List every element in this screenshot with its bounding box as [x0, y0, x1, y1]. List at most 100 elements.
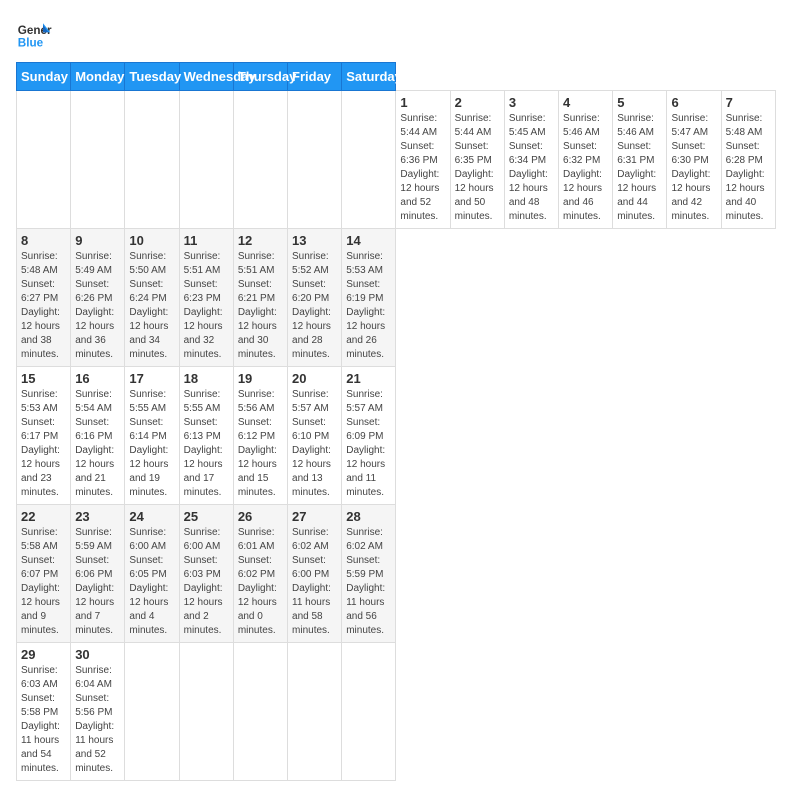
- day-number: 1: [400, 95, 445, 110]
- day-info: Sunrise: 6:02 AMSunset: 6:00 PMDaylight:…: [292, 526, 337, 638]
- calendar-cell: [342, 91, 396, 229]
- day-number: 21: [346, 371, 391, 386]
- calendar-cell: 20 Sunrise: 5:57 AMSunset: 6:10 PMDayligh…: [288, 367, 342, 505]
- day-info: Sunrise: 5:56 AMSunset: 6:12 PMDaylight:…: [238, 388, 283, 500]
- day-number: 24: [129, 509, 174, 524]
- day-number: 20: [292, 371, 337, 386]
- day-number: 18: [184, 371, 229, 386]
- day-info: Sunrise: 5:53 AMSunset: 6:17 PMDaylight:…: [21, 388, 66, 500]
- day-number: 30: [75, 647, 120, 662]
- calendar-cell: 4 Sunrise: 5:46 AMSunset: 6:32 PMDaylight…: [559, 91, 613, 229]
- day-number: 27: [292, 509, 337, 524]
- day-info: Sunrise: 5:57 AMSunset: 6:10 PMDaylight:…: [292, 388, 337, 500]
- day-info: Sunrise: 5:51 AMSunset: 6:21 PMDaylight:…: [238, 250, 283, 362]
- col-header-monday: Monday: [71, 63, 125, 91]
- col-header-sunday: Sunday: [17, 63, 71, 91]
- calendar-cell: 17 Sunrise: 5:55 AMSunset: 6:14 PMDayligh…: [125, 367, 179, 505]
- calendar-cell: 3Sunrise: 5:45 AMSunset: 6:34 PMDaylight…: [504, 91, 558, 229]
- day-info: Sunrise: 5:46 AMSunset: 6:32 PMDaylight:…: [563, 112, 608, 224]
- calendar-cell: [233, 91, 287, 229]
- day-number: 6: [671, 95, 716, 110]
- col-header-tuesday: Tuesday: [125, 63, 179, 91]
- day-number: 19: [238, 371, 283, 386]
- day-number: 9: [75, 233, 120, 248]
- day-number: 17: [129, 371, 174, 386]
- calendar-cell: [17, 91, 71, 229]
- day-info: Sunrise: 5:46 AMSunset: 6:31 PMDaylight:…: [617, 112, 662, 224]
- calendar-cell: 16Sunrise: 5:54 AMSunset: 6:16 PMDayligh…: [71, 367, 125, 505]
- calendar-cell: [179, 643, 233, 781]
- day-number: 3: [509, 95, 554, 110]
- calendar-cell: 26 Sunrise: 6:01 AMSunset: 6:02 PMDayligh…: [233, 505, 287, 643]
- calendar-cell: 30Sunrise: 6:04 AMSunset: 5:56 PMDayligh…: [71, 643, 125, 781]
- day-number: 13: [292, 233, 337, 248]
- day-info: Sunrise: 5:44 AMSunset: 6:36 PMDaylight:…: [400, 112, 445, 224]
- calendar-table: SundayMondayTuesdayWednesdayThursdayFrid…: [16, 62, 776, 781]
- calendar-cell: [179, 91, 233, 229]
- day-info: Sunrise: 5:57 AMSunset: 6:09 PMDaylight:…: [346, 388, 391, 500]
- day-info: Sunrise: 5:48 AMSunset: 6:27 PMDaylight:…: [21, 250, 66, 362]
- day-info: Sunrise: 5:59 AMSunset: 6:06 PMDaylight:…: [75, 526, 120, 638]
- day-info: Sunrise: 5:52 AMSunset: 6:20 PMDaylight:…: [292, 250, 337, 362]
- day-info: Sunrise: 6:03 AMSunset: 5:58 PMDaylight:…: [21, 664, 66, 776]
- calendar-cell: 11Sunrise: 5:51 AMSunset: 6:23 PMDayligh…: [179, 229, 233, 367]
- calendar-cell: 19 Sunrise: 5:56 AMSunset: 6:12 PMDayligh…: [233, 367, 287, 505]
- day-info: Sunrise: 6:00 AMSunset: 6:05 PMDaylight:…: [129, 526, 174, 638]
- calendar-cell: 1 Sunrise: 5:44 AMSunset: 6:36 PMDaylight…: [396, 91, 450, 229]
- calendar-cell: 25 Sunrise: 6:00 AMSunset: 6:03 PMDayligh…: [179, 505, 233, 643]
- col-header-saturday: Saturday: [342, 63, 396, 91]
- calendar-cell: [288, 643, 342, 781]
- calendar-cell: 14Sunrise: 5:53 AMSunset: 6:19 PMDayligh…: [342, 229, 396, 367]
- day-info: Sunrise: 6:02 AMSunset: 5:59 PMDaylight:…: [346, 526, 391, 638]
- day-info: Sunrise: 5:55 AMSunset: 6:14 PMDaylight:…: [129, 388, 174, 500]
- calendar-cell: 13 Sunrise: 5:52 AMSunset: 6:20 PMDayligh…: [288, 229, 342, 367]
- calendar-cell: 9Sunrise: 5:49 AMSunset: 6:26 PMDaylight…: [71, 229, 125, 367]
- calendar-cell: 27 Sunrise: 6:02 AMSunset: 6:00 PMDayligh…: [288, 505, 342, 643]
- col-header-friday: Friday: [288, 63, 342, 91]
- day-number: 26: [238, 509, 283, 524]
- logo: General Blue: [16, 16, 56, 52]
- day-info: Sunrise: 5:58 AMSunset: 6:07 PMDaylight:…: [21, 526, 66, 638]
- day-info: Sunrise: 5:48 AMSunset: 6:28 PMDaylight:…: [726, 112, 771, 224]
- day-number: 8: [21, 233, 66, 248]
- calendar-cell: 24 Sunrise: 6:00 AMSunset: 6:05 PMDayligh…: [125, 505, 179, 643]
- day-info: Sunrise: 5:47 AMSunset: 6:30 PMDaylight:…: [671, 112, 716, 224]
- day-info: Sunrise: 5:54 AMSunset: 6:16 PMDaylight:…: [75, 388, 120, 500]
- day-number: 5: [617, 95, 662, 110]
- calendar-cell: 29 Sunrise: 6:03 AMSunset: 5:58 PMDayligh…: [17, 643, 71, 781]
- day-info: Sunrise: 5:50 AMSunset: 6:24 PMDaylight:…: [129, 250, 174, 362]
- calendar-cell: [125, 91, 179, 229]
- calendar-cell: 28 Sunrise: 6:02 AMSunset: 5:59 PMDayligh…: [342, 505, 396, 643]
- calendar-cell: 2 Sunrise: 5:44 AMSunset: 6:35 PMDaylight…: [450, 91, 504, 229]
- calendar-cell: 10Sunrise: 5:50 AMSunset: 6:24 PMDayligh…: [125, 229, 179, 367]
- calendar-cell: 8 Sunrise: 5:48 AMSunset: 6:27 PMDaylight…: [17, 229, 71, 367]
- col-header-thursday: Thursday: [233, 63, 287, 91]
- day-info: Sunrise: 5:51 AMSunset: 6:23 PMDaylight:…: [184, 250, 229, 362]
- day-info: Sunrise: 5:44 AMSunset: 6:35 PMDaylight:…: [455, 112, 500, 224]
- day-info: Sunrise: 5:55 AMSunset: 6:13 PMDaylight:…: [184, 388, 229, 500]
- day-number: 2: [455, 95, 500, 110]
- day-number: 7: [726, 95, 771, 110]
- day-number: 25: [184, 509, 229, 524]
- day-number: 29: [21, 647, 66, 662]
- calendar-cell: 12 Sunrise: 5:51 AMSunset: 6:21 PMDayligh…: [233, 229, 287, 367]
- day-info: Sunrise: 6:00 AMSunset: 6:03 PMDaylight:…: [184, 526, 229, 638]
- col-header-wednesday: Wednesday: [179, 63, 233, 91]
- calendar-cell: [233, 643, 287, 781]
- calendar-cell: 5 Sunrise: 5:46 AMSunset: 6:31 PMDaylight…: [613, 91, 667, 229]
- calendar-cell: 15Sunrise: 5:53 AMSunset: 6:17 PMDayligh…: [17, 367, 71, 505]
- calendar-cell: [288, 91, 342, 229]
- day-info: Sunrise: 6:01 AMSunset: 6:02 PMDaylight:…: [238, 526, 283, 638]
- calendar-cell: 22 Sunrise: 5:58 AMSunset: 6:07 PMDayligh…: [17, 505, 71, 643]
- calendar-cell: 18 Sunrise: 5:55 AMSunset: 6:13 PMDayligh…: [179, 367, 233, 505]
- day-number: 28: [346, 509, 391, 524]
- day-number: 4: [563, 95, 608, 110]
- svg-text:Blue: Blue: [18, 37, 44, 50]
- calendar-cell: 7 Sunrise: 5:48 AMSunset: 6:28 PMDaylight…: [721, 91, 775, 229]
- day-number: 12: [238, 233, 283, 248]
- calendar-cell: [71, 91, 125, 229]
- day-number: 22: [21, 509, 66, 524]
- page-header: General Blue: [16, 16, 776, 52]
- logo-icon: General Blue: [16, 16, 52, 52]
- day-number: 14: [346, 233, 391, 248]
